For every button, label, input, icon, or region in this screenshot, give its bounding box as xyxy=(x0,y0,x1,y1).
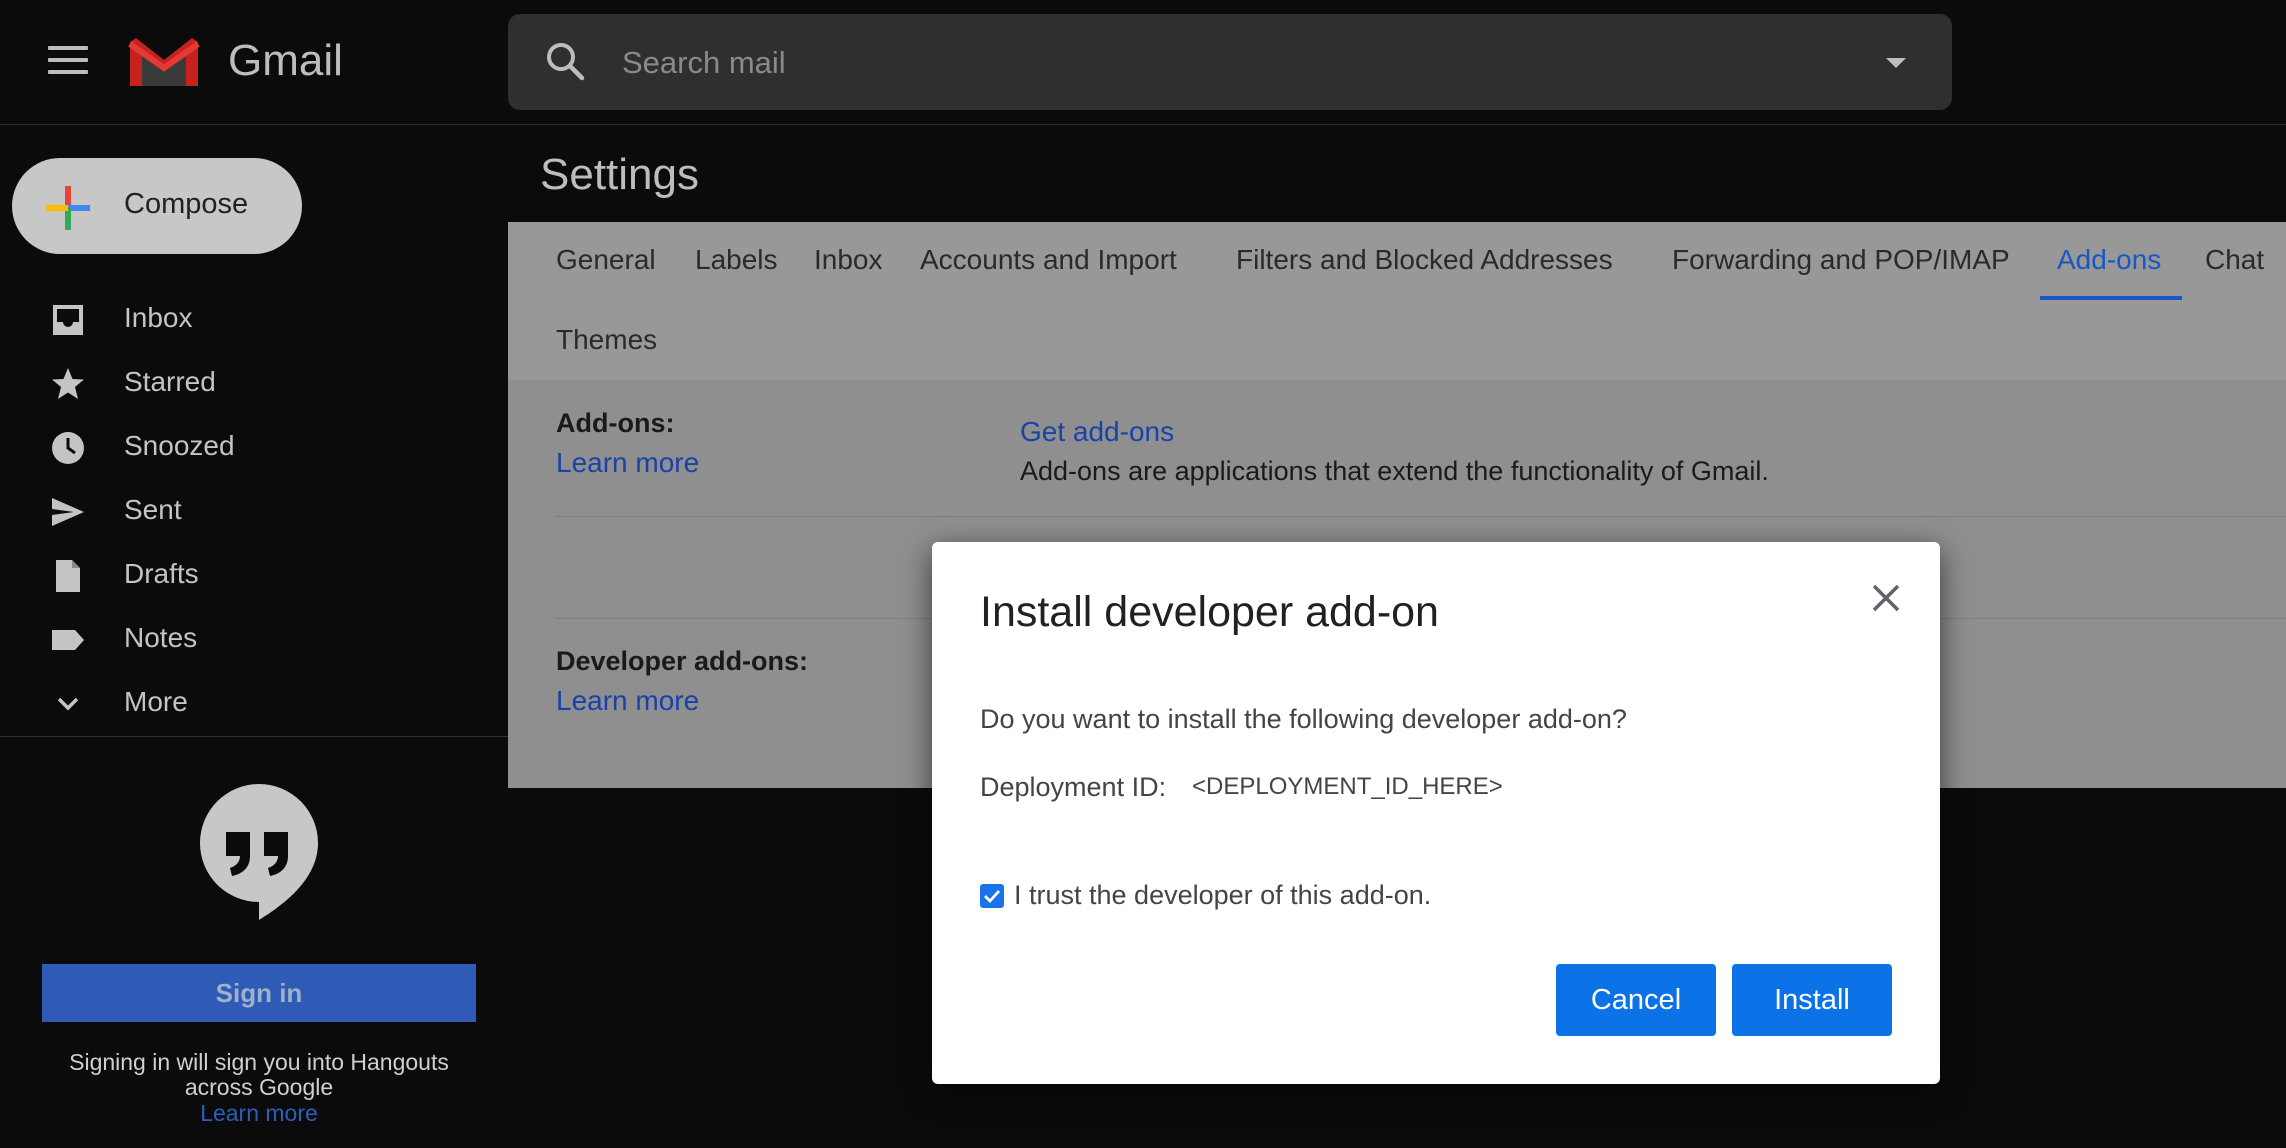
sidebar-item-snoozed[interactable]: Snoozed xyxy=(0,414,500,478)
tab-accounts-and-import[interactable]: Accounts and Import xyxy=(920,244,1177,276)
sidebar-item-label: Inbox xyxy=(124,302,193,333)
tab-themes[interactable]: Themes xyxy=(556,324,657,356)
tab-inbox[interactable]: Inbox xyxy=(814,244,883,276)
checkmark-icon xyxy=(984,890,1001,904)
search-icon[interactable] xyxy=(544,40,588,84)
send-icon xyxy=(52,498,84,526)
app-name: Gmail xyxy=(228,36,343,85)
hangouts-sign-in-note: Signing in will sign you into Hangouts a… xyxy=(69,1049,449,1100)
deployment-id-label: Deployment ID: xyxy=(980,772,1167,802)
addons-description: Add-ons are applications that extend the… xyxy=(1020,456,1769,486)
dialog-title: Install developer add-on xyxy=(980,588,1439,636)
sidebar-divider xyxy=(0,736,508,737)
search-options-dropdown-icon[interactable] xyxy=(1884,56,1908,70)
sidebar-item-label: Sent xyxy=(124,494,182,525)
sidebar-item-label: Notes xyxy=(124,622,198,653)
tab-forwarding-and-pop-imap[interactable]: Forwarding and POP/IMAP xyxy=(1672,244,2010,276)
developer-addons-learn-more-link[interactable]: Learn more xyxy=(556,685,699,717)
sidebar-item-label: Drafts xyxy=(124,558,199,589)
hangouts-sign-in-button[interactable]: Sign in xyxy=(42,964,476,1022)
gmail-logo-icon[interactable] xyxy=(126,36,202,90)
draft-icon xyxy=(56,560,80,592)
chevron-down-icon xyxy=(57,697,79,711)
addons-learn-more-link[interactable]: Learn more xyxy=(556,447,699,479)
sidebar-item-notes[interactable]: Notes xyxy=(0,606,500,670)
star-icon xyxy=(52,368,84,399)
cancel-button[interactable]: Cancel xyxy=(1556,964,1716,1036)
plus-icon xyxy=(46,186,90,230)
tab-filters-and-blocked-addresses[interactable]: Filters and Blocked Addresses xyxy=(1236,244,1613,276)
install-button[interactable]: Install xyxy=(1732,964,1892,1036)
sidebar-item-more[interactable]: More xyxy=(0,670,500,734)
developer-addons-row-label: Developer add-ons: xyxy=(556,646,809,676)
trust-developer-label[interactable]: I trust the developer of this add-on. xyxy=(1014,880,1431,911)
sidebar-item-label: More xyxy=(124,686,188,717)
get-addons-link[interactable]: Get add-ons xyxy=(1020,416,1174,448)
close-icon[interactable] xyxy=(1868,580,1904,616)
compose-button[interactable]: Compose xyxy=(12,158,302,254)
install-developer-addon-dialog: Install developer add-on Do you want to … xyxy=(932,542,1940,1084)
settings-tabs: General Labels Inbox Accounts and Import… xyxy=(508,222,2286,380)
sidebar-item-label: Starred xyxy=(124,366,216,397)
sidebar-item-inbox[interactable]: Inbox xyxy=(0,286,500,350)
hangouts-learn-more-link[interactable]: Learn more xyxy=(40,1100,478,1127)
deployment-id-value: <DEPLOYMENT_ID_HERE> xyxy=(1192,773,1503,800)
compose-label: Compose xyxy=(124,188,249,220)
active-tab-indicator xyxy=(2040,296,2182,300)
sidebar-item-drafts[interactable]: Drafts xyxy=(0,542,500,606)
trust-developer-checkbox[interactable] xyxy=(980,884,1004,908)
inbox-icon xyxy=(53,305,83,335)
clock-icon xyxy=(52,432,84,464)
sidebar-item-label: Snoozed xyxy=(124,430,235,461)
page-title: Settings xyxy=(540,150,699,199)
top-bar: Gmail xyxy=(0,0,2286,125)
main-menu-icon[interactable] xyxy=(48,46,88,78)
row-divider xyxy=(556,516,2286,517)
sidebar-item-sent[interactable]: Sent xyxy=(0,478,500,542)
tab-add-ons[interactable]: Add-ons xyxy=(2057,244,2161,276)
addons-row-label: Add-ons: xyxy=(556,408,675,438)
search-bar[interactable] xyxy=(508,14,1952,110)
hangouts-icon xyxy=(200,784,318,920)
tab-chat[interactable]: Chat xyxy=(2205,244,2264,276)
label-icon xyxy=(52,630,84,650)
dialog-question: Do you want to install the following dev… xyxy=(980,704,1627,734)
search-input[interactable] xyxy=(620,36,1824,90)
tab-general[interactable]: General xyxy=(556,244,656,276)
tab-labels[interactable]: Labels xyxy=(695,244,778,276)
sidebar-item-starred[interactable]: Starred xyxy=(0,350,500,414)
